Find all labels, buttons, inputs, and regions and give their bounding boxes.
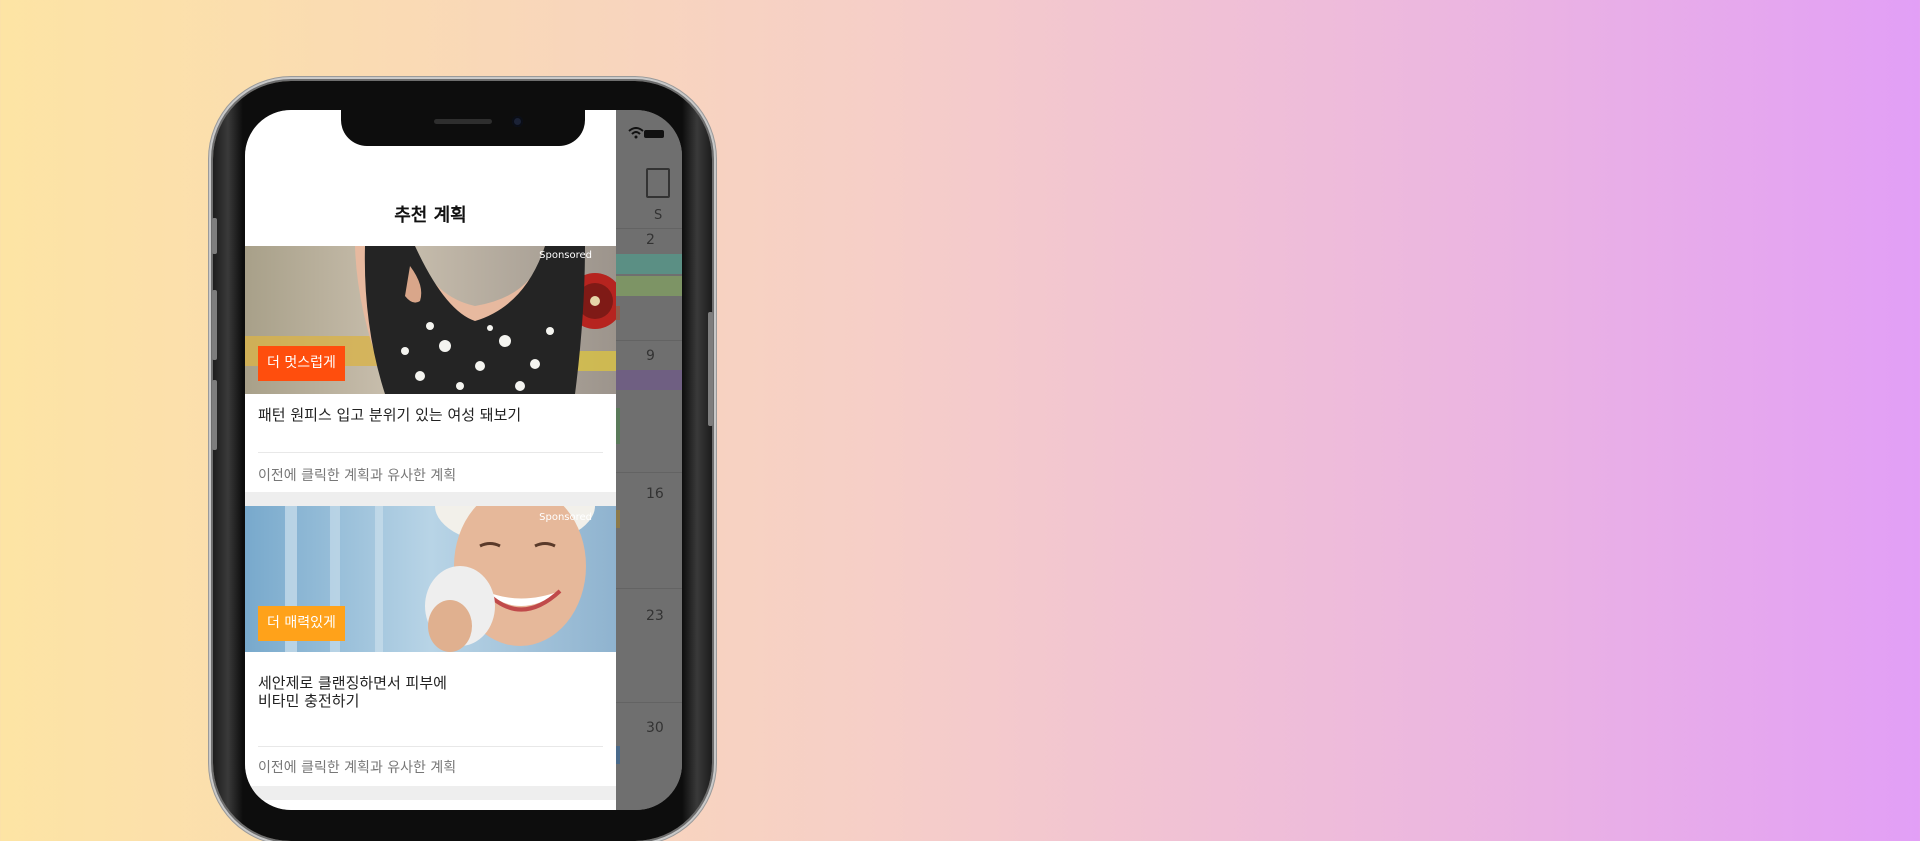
calendar-date[interactable]: 2 bbox=[646, 232, 655, 248]
card-footer[interactable]: 이전에 클릭한 계획과 유사한 계획 bbox=[258, 757, 456, 777]
weekday-label: S bbox=[654, 208, 663, 223]
event-stub bbox=[616, 306, 620, 320]
event-bar[interactable] bbox=[616, 276, 682, 296]
card-image-cleansing[interactable]: Sponsored 더 매력있게 bbox=[245, 506, 616, 652]
card-title-line-2[interactable]: 비타민 충전하기 bbox=[258, 692, 359, 710]
battery-icon bbox=[644, 130, 664, 138]
card-gap bbox=[245, 492, 616, 506]
event-stub bbox=[616, 408, 620, 444]
calendar-date[interactable]: 9 bbox=[646, 348, 655, 364]
category-tag: 더 매력있게 bbox=[258, 606, 345, 641]
event-stub bbox=[616, 510, 620, 528]
calendar-background: S 2 9 16 23 30 bbox=[616, 110, 682, 810]
power-button bbox=[708, 312, 713, 426]
divider bbox=[258, 452, 603, 453]
divider bbox=[616, 588, 682, 589]
phone-notch bbox=[341, 110, 585, 146]
event-bar[interactable] bbox=[616, 370, 682, 390]
wifi-icon bbox=[628, 127, 644, 139]
category-tag: 더 멋스럽게 bbox=[258, 346, 345, 381]
card-gap bbox=[245, 786, 616, 800]
calendar-date[interactable]: 23 bbox=[646, 608, 664, 624]
divider bbox=[616, 228, 682, 229]
card-title[interactable]: 패턴 원피스 입고 분위기 있는 여성 돼보기 bbox=[258, 406, 521, 424]
document-icon[interactable] bbox=[646, 168, 670, 198]
divider bbox=[616, 702, 682, 703]
silent-switch bbox=[212, 218, 217, 254]
phone-screen: S 2 9 16 23 30 추천 계획 Sponsored 더 멋스럽게 패턴… bbox=[245, 110, 682, 810]
front-camera bbox=[512, 116, 523, 127]
divider bbox=[616, 472, 682, 473]
calendar-date[interactable]: 30 bbox=[646, 720, 664, 736]
event-stub bbox=[616, 746, 620, 764]
drawer-title: 추천 계획 bbox=[394, 205, 467, 226]
event-bar[interactable] bbox=[616, 254, 682, 274]
card-image-dress[interactable]: Sponsored 더 멋스럽게 bbox=[245, 246, 616, 394]
calendar-date[interactable]: 16 bbox=[646, 486, 664, 502]
volume-up-button bbox=[212, 290, 217, 360]
divider bbox=[616, 340, 682, 341]
divider bbox=[258, 746, 603, 747]
speaker-grille bbox=[434, 119, 492, 124]
sponsored-label: Sponsored bbox=[539, 250, 592, 261]
recommended-plans-drawer: 추천 계획 Sponsored 더 멋스럽게 패턴 원피스 입고 분위기 있는 … bbox=[245, 110, 616, 810]
sponsored-label: Sponsored bbox=[539, 512, 592, 523]
card-footer[interactable]: 이전에 클릭한 계획과 유사한 계획 bbox=[258, 465, 456, 485]
card-title-line-1[interactable]: 세안제로 클랜징하면서 피부에 bbox=[258, 674, 447, 692]
volume-down-button bbox=[212, 380, 217, 450]
